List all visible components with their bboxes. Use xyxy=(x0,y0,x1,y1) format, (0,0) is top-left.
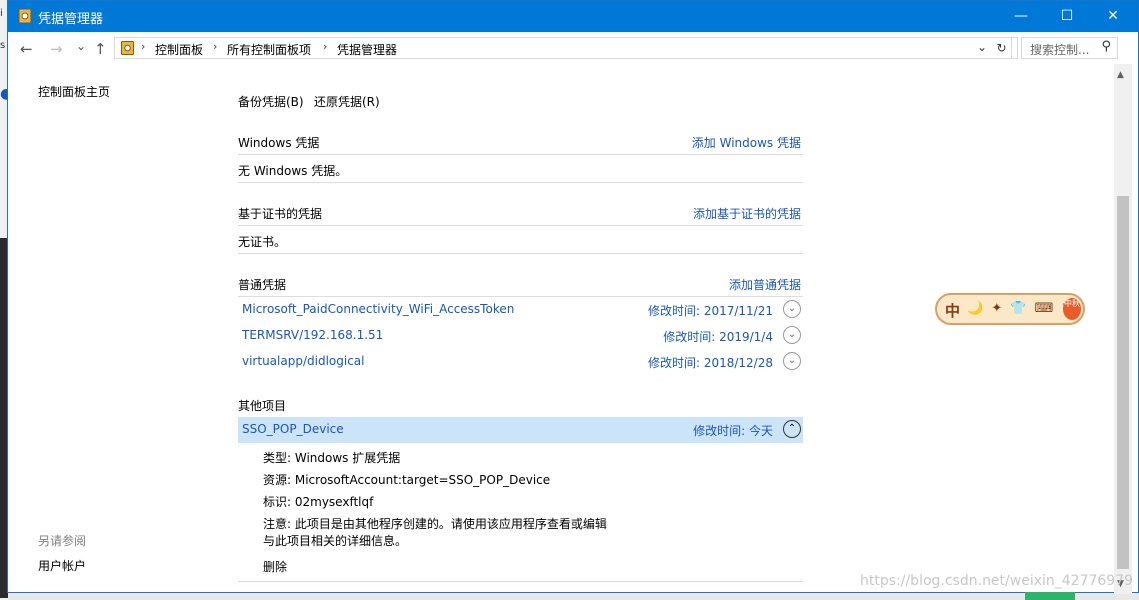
breadcrumb-control-panel[interactable]: 控制面板 xyxy=(155,41,203,58)
forward-button[interactable]: → xyxy=(50,40,63,58)
maximize-button[interactable]: ☐ xyxy=(1044,1,1090,32)
address-bar[interactable]: › 控制面板 › 所有控制面板项 › 凭据管理器 ⌄ xyxy=(114,37,1018,59)
breadcrumb-separator: › xyxy=(323,40,328,53)
title-bar[interactable]: 凭据管理器 — ☐ ✕ xyxy=(8,1,1138,32)
scroll-up-arrow[interactable]: ▲ xyxy=(1117,70,1124,80)
credential-note: 注意: 此项目是由其他程序创建的。请使用该应用程序查看或编辑 xyxy=(263,517,607,531)
credential-modified: 修改时间: 2018/12/28 xyxy=(647,356,773,370)
background-green-element xyxy=(1025,592,1075,600)
address-dropdown-button[interactable]: ⌄ xyxy=(977,40,987,54)
background-glyph: i xyxy=(0,8,3,19)
breadcrumb-credential-manager[interactable]: 凭据管理器 xyxy=(337,41,397,58)
certificate-credentials-empty: 无证书。 xyxy=(238,235,287,249)
credential-row[interactable]: virtualapp/didlogical 修改时间: 2018/12/28 ⌄ xyxy=(238,349,803,375)
credential-manager-icon xyxy=(18,9,32,23)
delete-credential-link[interactable]: 删除 xyxy=(263,558,287,575)
ime-toolbar[interactable]: 中 🌙 ✦ 👕 ⌨ 🔧 中秋 xyxy=(935,293,1085,325)
generic-credentials-heading: 普通凭据 xyxy=(238,278,287,292)
credential-modified: 修改时间: 2019/1/4 xyxy=(663,330,773,344)
credential-name[interactable]: Microsoft_PaidConnectivity_WiFi_AccessTo… xyxy=(242,302,514,316)
up-button[interactable]: ↑ xyxy=(94,40,107,58)
section-divider xyxy=(238,154,803,155)
watermark: https://blog.csdn.net/weixin_42776979 xyxy=(860,573,1134,589)
window-title: 凭据管理器 xyxy=(38,12,104,27)
credential-name[interactable]: SSO_POP_Device xyxy=(242,422,344,436)
backup-credentials-link[interactable]: 备份凭据(B) xyxy=(238,93,304,110)
credential-resource: 资源: MicrosoftAccount:target=SSO_POP_Devi… xyxy=(263,473,551,487)
breadcrumb-separator: › xyxy=(213,40,218,53)
back-button[interactable]: ← xyxy=(20,40,33,58)
section-divider xyxy=(238,182,803,183)
search-box[interactable]: 搜索控制... ⚲ xyxy=(1021,37,1118,59)
other-items-heading: 其他项目 xyxy=(238,399,287,413)
certificate-credentials-heading: 基于证书的凭据 xyxy=(238,207,323,221)
chevron-down-icon[interactable]: ⌄ xyxy=(783,352,801,370)
credential-type: 类型: Windows 扩展凭据 xyxy=(263,451,401,465)
windows-credentials-empty: 无 Windows 凭据。 xyxy=(238,164,348,178)
close-button[interactable]: ✕ xyxy=(1090,1,1136,32)
chevron-down-icon[interactable]: ⌄ xyxy=(783,326,801,344)
see-also-heading: 另请参阅 xyxy=(38,534,87,548)
section-divider xyxy=(238,581,803,582)
search-input[interactable]: 搜索控制... xyxy=(1030,41,1089,58)
credential-name[interactable]: TERMSRV/192.168.1.51 xyxy=(242,328,383,342)
chevron-down-icon[interactable]: ⌄ xyxy=(783,300,801,318)
credential-row-selected[interactable]: SSO_POP_Device 修改时间: 今天 ⌃ xyxy=(238,417,803,443)
credential-row[interactable]: TERMSRV/192.168.1.51 修改时间: 2019/1/4 ⌄ xyxy=(238,323,803,349)
credential-modified: 修改时间: 2017/11/21 xyxy=(647,304,773,318)
credential-row[interactable]: Microsoft_PaidConnectivity_WiFi_AccessTo… xyxy=(238,297,803,323)
search-icon[interactable]: ⚲ xyxy=(1101,39,1111,54)
sidebar-control-panel-home[interactable]: 控制面板主页 xyxy=(38,83,110,100)
section-divider xyxy=(238,253,803,254)
add-generic-credential-link[interactable]: 添加普通凭据 xyxy=(729,276,801,293)
add-certificate-credential-link[interactable]: 添加基于证书的凭据 xyxy=(693,205,801,222)
add-windows-credential-link[interactable]: 添加 Windows 凭据 xyxy=(692,134,801,151)
credential-name[interactable]: virtualapp/didlogical xyxy=(242,354,364,368)
breadcrumb-all-items[interactable]: 所有控制面板项 xyxy=(227,41,311,58)
background-glyph: s xyxy=(0,40,6,51)
breadcrumb-separator: › xyxy=(141,40,146,53)
section-divider xyxy=(238,225,803,226)
windows-credentials-heading: Windows 凭据 xyxy=(238,136,320,150)
credential-modified: 修改时间: 今天 xyxy=(693,424,773,438)
chevron-up-icon[interactable]: ⌃ xyxy=(783,420,801,438)
restore-credentials-link[interactable]: 还原凭据(R) xyxy=(314,93,380,110)
credential-identifier: 标识: 02mysexftlqf xyxy=(263,495,374,509)
refresh-button[interactable]: ↻ xyxy=(992,37,1012,59)
navigation-bar: ← → ⌄ ↑ › 控制面板 › 所有控制面板项 › 凭据管理器 ⌄ ↻ 搜索控… xyxy=(8,32,1138,64)
sidebar-user-accounts[interactable]: 用户帐户 xyxy=(38,557,86,574)
credential-note-continued: 与此项目相关的详细信息。 xyxy=(263,534,408,548)
minimize-button[interactable]: — xyxy=(998,1,1044,32)
ime-mode-label[interactable]: 中 xyxy=(945,300,960,321)
recent-locations-button[interactable]: ⌄ xyxy=(76,39,86,53)
ime-seal-icon: 中秋 xyxy=(1063,298,1081,320)
scrollbar-thumb[interactable] xyxy=(1117,196,1129,569)
control-panel-icon xyxy=(121,41,134,55)
